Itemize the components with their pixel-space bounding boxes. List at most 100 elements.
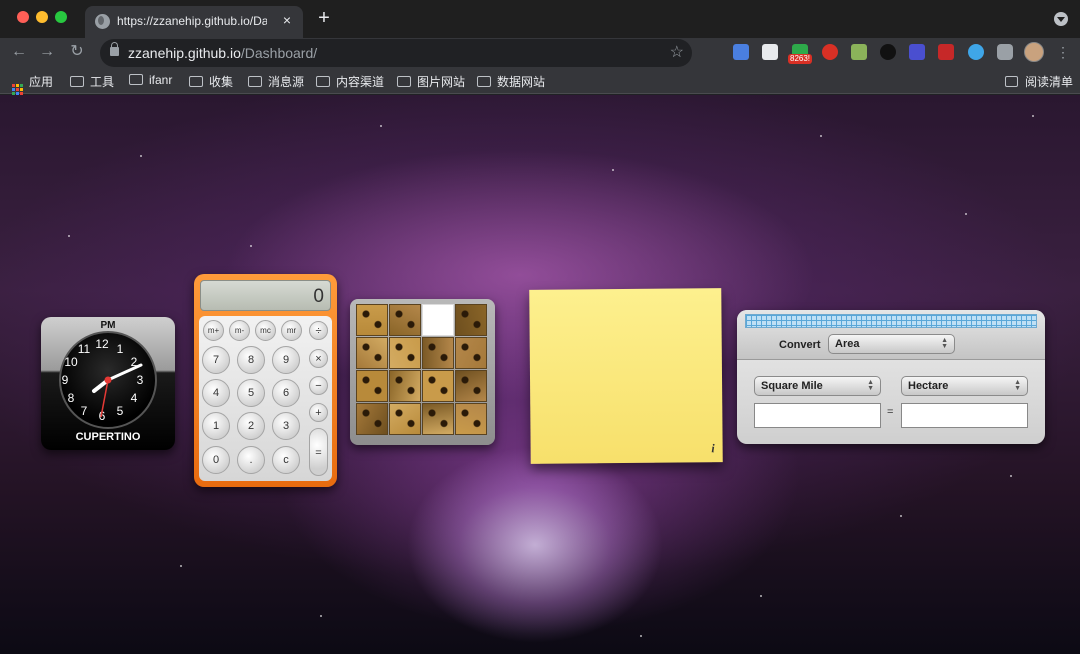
bookmark-label: 图片网站 xyxy=(417,75,466,89)
equals-key[interactable]: = xyxy=(309,428,328,476)
decimal-key[interactable]: . xyxy=(237,446,265,474)
extension-badge: 8263! xyxy=(788,54,813,64)
tab-search-icon[interactable] xyxy=(1054,12,1068,26)
from-unit-select[interactable]: Square Mile ▲ ▼ xyxy=(754,376,881,396)
stats-extension-icon[interactable]: 8263! xyxy=(788,44,813,64)
toolbar: ← → ↻ zzanehip.github.io/Dashboard/ ☆ 82… xyxy=(0,38,1080,68)
divide-key[interactable]: ÷ xyxy=(309,321,328,340)
folder-icon xyxy=(70,76,84,87)
folder-icon xyxy=(248,76,262,87)
translate-extension-icon[interactable] xyxy=(733,44,749,60)
subtract-key[interactable]: − xyxy=(309,376,328,395)
ia-extension-icon[interactable] xyxy=(909,44,925,60)
tab-close-button[interactable]: × xyxy=(279,12,295,28)
forward-button[interactable]: → xyxy=(36,41,58,63)
memory-recall-key[interactable]: mr xyxy=(281,320,302,341)
reading-list-label: 阅读清单 xyxy=(1025,75,1074,89)
menu-more-icon[interactable]: ⋮ xyxy=(1056,42,1070,62)
clock-city: CUPERTINO xyxy=(75,431,141,443)
key-1[interactable]: 1 xyxy=(202,412,230,440)
add-key[interactable]: + xyxy=(309,403,328,422)
reading-list[interactable]: 阅读清单 xyxy=(1005,73,1073,89)
bookmark-folder[interactable]: 收集 xyxy=(189,73,233,89)
puzzle-tile[interactable] xyxy=(389,370,421,402)
multiply-key[interactable]: × xyxy=(309,349,328,368)
minimize-window-button[interactable] xyxy=(36,11,48,23)
reading-list-icon xyxy=(1005,76,1018,87)
red-extension-icon[interactable] xyxy=(938,44,954,60)
puzzle-tile[interactable] xyxy=(455,337,487,369)
clock-center xyxy=(104,376,112,384)
memory-add-key[interactable]: m+ xyxy=(203,320,224,341)
bookmark-folder[interactable]: ifanr xyxy=(129,73,172,89)
bookmark-folder[interactable]: 数据网站 xyxy=(477,73,545,89)
bookmark-label: 内容渠道 xyxy=(336,75,385,89)
zoom-window-button[interactable] xyxy=(55,11,67,23)
active-tab[interactable]: https://zzanehip.github.io/Dash × xyxy=(85,6,303,38)
extensions-puzzle-icon[interactable] xyxy=(997,44,1013,60)
bookmark-label: 工具 xyxy=(90,75,115,89)
from-value-input[interactable] xyxy=(754,403,881,428)
key-8[interactable]: 8 xyxy=(237,346,265,374)
to-value-input[interactable] xyxy=(901,403,1028,428)
sticky-note-widget[interactable]: i xyxy=(529,288,723,464)
image-extension-icon[interactable] xyxy=(851,44,867,60)
puzzle-tile[interactable] xyxy=(389,403,421,435)
bookmark-label: 消息源 xyxy=(268,75,305,89)
key-0[interactable]: 0 xyxy=(202,446,230,474)
category-select[interactable]: Area ▲ ▼ xyxy=(828,334,955,354)
bookmark-folder[interactable]: 消息源 xyxy=(248,73,304,89)
chevron-updown-icon: ▲ ▼ xyxy=(1014,379,1021,392)
url-path: /Dashboard/ xyxy=(240,45,318,61)
bookmark-apps[interactable]: 应用 xyxy=(12,73,53,95)
apps-grid-icon xyxy=(12,84,23,95)
bookmark-folder[interactable]: 内容渠道 xyxy=(316,73,384,89)
key-3[interactable]: 3 xyxy=(272,412,300,440)
reload-button[interactable]: ↻ xyxy=(66,41,88,63)
key-7[interactable]: 7 xyxy=(202,346,230,374)
convert-label: Convert xyxy=(779,339,821,351)
address-bar[interactable]: zzanehip.github.io/Dashboard/ ☆ xyxy=(100,39,692,67)
s-extension-icon[interactable] xyxy=(762,44,778,60)
key-4[interactable]: 4 xyxy=(202,379,230,407)
to-unit-select[interactable]: Hectare ▲ ▼ xyxy=(901,376,1028,396)
chevron-updown-icon: ▲ ▼ xyxy=(941,337,948,350)
dashboard-desktop: PM 12 1 2 3 4 5 6 7 8 9 10 11 CUPERTINO … xyxy=(0,95,1080,654)
puzzle-tile[interactable] xyxy=(356,370,388,402)
puzzle-tile[interactable] xyxy=(389,304,421,336)
adblock-extension-icon[interactable] xyxy=(822,44,838,60)
clear-key[interactable]: c xyxy=(272,446,300,474)
key-5[interactable]: 5 xyxy=(237,379,265,407)
key-9[interactable]: 9 xyxy=(272,346,300,374)
bookmark-folder[interactable]: 工具 xyxy=(70,73,114,89)
key-6[interactable]: 6 xyxy=(272,379,300,407)
puzzle-tile[interactable] xyxy=(455,403,487,435)
new-tab-button[interactable]: + xyxy=(314,8,334,28)
clock-period: PM xyxy=(100,320,116,331)
puzzle-tile[interactable] xyxy=(422,370,454,402)
puzzle-tile[interactable] xyxy=(356,304,388,336)
clock-widget[interactable]: PM 12 1 2 3 4 5 6 7 8 9 10 11 CUPERTINO xyxy=(41,317,175,450)
close-window-button[interactable] xyxy=(17,11,29,23)
puzzle-tile[interactable] xyxy=(455,370,487,402)
info-button[interactable]: i xyxy=(711,441,714,456)
calculator-widget: 0 m+ m- mc mr ÷ 7 8 9 × 4 5 6 − 1 2 3 + … xyxy=(194,274,337,487)
memory-subtract-key[interactable]: m- xyxy=(229,320,250,341)
puzzle-tile[interactable] xyxy=(455,304,487,336)
bookmark-folder[interactable]: 图片网站 xyxy=(397,73,465,89)
gem-extension-icon[interactable] xyxy=(968,44,984,60)
puzzle-tile[interactable] xyxy=(389,337,421,369)
back-button[interactable]: ← xyxy=(8,41,30,63)
globe-icon xyxy=(95,14,110,29)
puzzle-tile[interactable] xyxy=(356,337,388,369)
avatar-extension-icon[interactable] xyxy=(880,44,896,60)
minute-hand xyxy=(106,363,143,382)
puzzle-tile[interactable] xyxy=(422,403,454,435)
key-2[interactable]: 2 xyxy=(237,412,265,440)
puzzle-tile[interactable] xyxy=(356,403,388,435)
puzzle-empty-tile[interactable] xyxy=(422,304,454,336)
puzzle-tile[interactable] xyxy=(422,337,454,369)
memory-clear-key[interactable]: mc xyxy=(255,320,276,341)
bookmark-star-icon[interactable]: ☆ xyxy=(670,42,684,62)
profile-avatar[interactable] xyxy=(1024,42,1044,62)
